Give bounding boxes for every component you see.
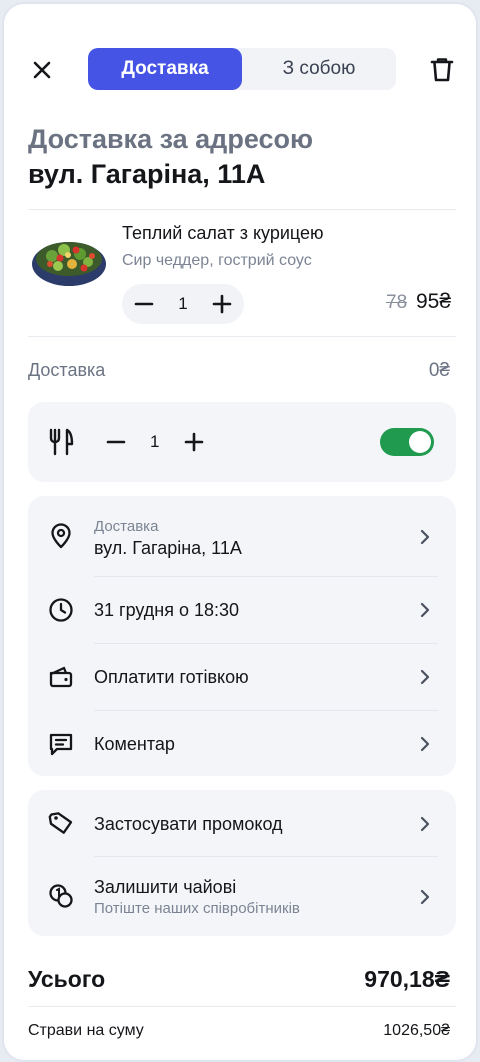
divider [28, 1006, 456, 1007]
comment-icon [48, 731, 74, 757]
decrease-cutlery-button[interactable] [102, 428, 130, 456]
promo-code-label: Застосувати промокод [94, 814, 283, 834]
order-type-switch: Доставка З собою [88, 48, 396, 90]
toggle-knob [409, 431, 431, 453]
delivery-time-row[interactable]: 31 грудня о 18:30 [28, 577, 456, 643]
cutlery-card: 1 [28, 402, 456, 482]
item-price: 95₴ [416, 290, 452, 313]
tag-icon [48, 810, 74, 836]
divider [28, 336, 456, 337]
tips-subtitle: Потіште наших співробітників [94, 900, 300, 917]
tips-row[interactable]: Залишити чайові Потіште наших співробітн… [28, 857, 456, 936]
increase-quantity-button[interactable] [208, 290, 236, 318]
delivery-address-title: вул. Гагаріна, 11А [28, 159, 266, 189]
item-quantity: 1 [178, 294, 188, 313]
plus-icon [184, 432, 204, 452]
dishes-sum-value: 1026,50₴ [383, 1022, 450, 1039]
close-button[interactable] [24, 52, 60, 88]
chevron-right-icon [420, 669, 430, 685]
promo-code-row[interactable]: Застосувати промокод [28, 790, 456, 856]
chevron-right-icon [420, 529, 430, 545]
payment-label: Оплатити готівкою [94, 667, 249, 687]
plus-icon [212, 294, 232, 314]
clear-cart-button[interactable] [424, 52, 460, 88]
delivery-row-label: Доставка [94, 518, 159, 535]
chevron-right-icon [420, 736, 430, 752]
comment-row[interactable]: Коментар [28, 711, 456, 776]
tips-label: Залишити чайові [94, 877, 237, 897]
delivery-cost-label: Доставка [28, 360, 106, 380]
divider [28, 209, 456, 210]
order-options-card: Доставка вул. Гагаріна, 11А 31 грудня о … [28, 496, 456, 776]
tab-delivery[interactable]: Доставка [88, 48, 242, 90]
item-old-price: 78 [386, 292, 408, 313]
comment-label: Коментар [94, 734, 175, 754]
coins-icon [48, 883, 74, 909]
delivery-cost-value: 0₴ [428, 360, 450, 381]
delivery-time-label: 31 грудня о 18:30 [94, 600, 240, 620]
item-description: Сир чеддер, гострий соус [122, 252, 312, 269]
clock-icon [48, 597, 74, 623]
increase-cutlery-button[interactable] [180, 428, 208, 456]
salad-image [32, 242, 106, 286]
dishes-sum-label: Страви на суму [28, 1022, 144, 1039]
chevron-right-icon [420, 816, 430, 832]
delivery-address-row[interactable]: Доставка вул. Гагаріна, 11А [28, 496, 456, 576]
order-screen: Доставка З собою Доставка за адресою вул… [2, 2, 478, 1062]
item-name: Теплий салат з курицею [122, 223, 324, 243]
tab-pickup[interactable]: З собою [242, 48, 396, 90]
page-title: Доставка за адресою [28, 124, 314, 154]
cutlery-icon [49, 428, 74, 456]
trash-icon [430, 58, 454, 82]
minus-icon [106, 440, 126, 444]
decrease-quantity-button[interactable] [130, 290, 158, 318]
quantity-stepper: 1 [122, 284, 244, 324]
extras-card: Застосувати промокод Залишити чайові Пот… [28, 790, 456, 936]
cutlery-toggle[interactable] [380, 428, 434, 456]
chevron-right-icon [420, 602, 430, 618]
location-pin-icon [48, 523, 74, 549]
total-label: Усього [28, 966, 106, 992]
cutlery-quantity: 1 [150, 432, 160, 451]
payment-row[interactable]: Оплатити готівкою [28, 644, 456, 710]
wallet-icon [48, 664, 74, 690]
delivery-row-address: вул. Гагаріна, 11А [94, 538, 242, 558]
total-value: 970,18₴ [364, 966, 450, 992]
minus-icon [134, 302, 154, 306]
chevron-right-icon [420, 889, 430, 905]
close-icon [33, 61, 51, 79]
